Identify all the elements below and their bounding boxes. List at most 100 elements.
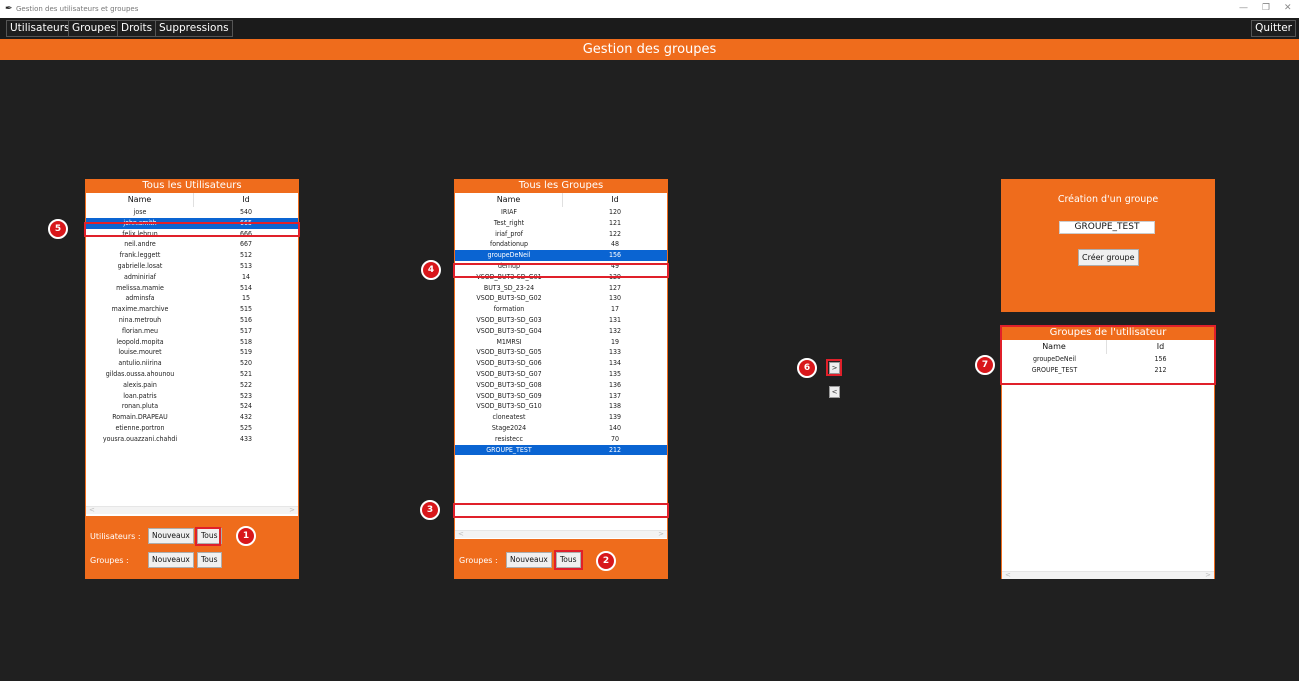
restore-icon[interactable]: ❐ xyxy=(1262,3,1270,14)
table-row[interactable]: gabrielle.losat 513 xyxy=(86,261,298,272)
highlight-user-groups xyxy=(1000,325,1216,385)
column-name[interactable]: Name xyxy=(455,193,563,207)
cell-name: louise.mouret xyxy=(118,348,162,357)
cell-name: neil.andre xyxy=(124,240,156,249)
cell-id: 19 xyxy=(610,337,619,346)
table-row[interactable]: yousra.ouazzani.chahdi 433 xyxy=(86,434,298,445)
table-row[interactable]: etienne.portron 525 xyxy=(86,423,298,434)
table-row[interactable]: groupeDeNeil 156 xyxy=(455,250,667,261)
table-row[interactable]: IRIAF 120 xyxy=(455,207,667,218)
cell-name: alexis.pain xyxy=(123,380,157,389)
table-row[interactable]: Test_right 121 xyxy=(455,218,667,229)
table-row[interactable]: gildas.oussa.ahounou 521 xyxy=(86,369,298,380)
table-row[interactable]: jose 540 xyxy=(86,207,298,218)
groupes-label: Groupes : xyxy=(90,556,129,565)
cell-id: 521 xyxy=(239,369,253,378)
cell-id: 140 xyxy=(608,423,622,432)
table-row[interactable]: Romain.DRAPEAU 432 xyxy=(86,412,298,423)
table-row[interactable]: M1MRSI 19 xyxy=(455,337,667,348)
users-nouveaux-button[interactable]: Nouveaux xyxy=(148,528,194,544)
cell-id: 512 xyxy=(239,251,253,260)
cell-name: maxime.marchive xyxy=(111,305,169,314)
users-list[interactable]: Name Id jose 540 john.smith 665 felix.lebrun… xyxy=(86,193,298,516)
groups-tous-button[interactable]: Tous xyxy=(197,552,222,568)
cell-name: florian.meu xyxy=(121,326,158,335)
table-row[interactable]: ronan.pluta 524 xyxy=(86,401,298,412)
table-row[interactable]: resistecc 70 xyxy=(455,434,667,445)
create-group-panel: Création d'un groupe GROUPE_TEST Créer g… xyxy=(1001,179,1215,312)
table-row[interactable]: loan.patris 523 xyxy=(86,391,298,402)
table-row[interactable]: BUT3_SD_23-24 127 xyxy=(455,283,667,294)
menu-utilisateurs[interactable]: Utilisateurs xyxy=(6,20,74,37)
table-row[interactable]: VSOD_BUT3-SD_G08 136 xyxy=(455,380,667,391)
create-group-button[interactable]: Créer groupe xyxy=(1078,249,1139,266)
groupes-label: Groupes : xyxy=(459,556,498,565)
window-title: Gestion des utilisateurs et groupes xyxy=(16,5,139,13)
menu-groupes[interactable]: Groupes xyxy=(68,20,120,37)
minimize-icon[interactable]: — xyxy=(1239,3,1248,14)
cell-name: VSOD_BUT3-SD_G05 xyxy=(476,348,542,357)
column-name[interactable]: Name xyxy=(86,193,194,207)
badge-3: 3 xyxy=(420,500,440,520)
table-row[interactable]: fondationup 48 xyxy=(455,239,667,250)
menu-droits[interactable]: Droits xyxy=(117,20,157,37)
table-row[interactable]: VSOD_BUT3-SD_G04 132 xyxy=(455,326,667,337)
table-row[interactable]: VSOD_BUT3-SD_G02 130 xyxy=(455,293,667,304)
cell-name: loan.patris xyxy=(123,391,157,400)
table-row[interactable]: VSOD_BUT3-SD_G05 133 xyxy=(455,347,667,358)
table-row[interactable]: maxime.marchive 515 xyxy=(86,304,298,315)
table-row[interactable]: Stage2024 140 xyxy=(455,423,667,434)
cell-name: leopold.mopita xyxy=(116,337,164,346)
table-row[interactable]: louise.mouret 519 xyxy=(86,347,298,358)
cell-id: 120 xyxy=(608,208,622,216)
table-row[interactable]: iriaf_prof 122 xyxy=(455,229,667,240)
users-list-scrollbar[interactable]: < > xyxy=(86,506,298,514)
table-row[interactable]: GROUPE_TEST 212 xyxy=(455,444,667,456)
groups-list[interactable]: Name Id IRIAF 120 Test_right 121 iriaf_prof 1… xyxy=(455,193,667,539)
menu-suppressions[interactable]: Suppressions xyxy=(155,20,233,37)
cell-id: 667 xyxy=(239,240,253,249)
cell-id: 156 xyxy=(608,251,622,260)
table-row[interactable]: alexis.pain 522 xyxy=(86,380,298,391)
cell-id: 138 xyxy=(608,402,622,411)
user-groups-scrollbar[interactable]: < > xyxy=(1002,571,1214,579)
badge-6: 6 xyxy=(797,358,817,378)
table-row[interactable]: nina.metrouh 516 xyxy=(86,315,298,326)
cell-id: 432 xyxy=(239,413,253,422)
close-icon[interactable]: ✕ xyxy=(1284,3,1292,14)
cell-id: 15 xyxy=(241,294,250,303)
table-row[interactable]: VSOD_BUT3-SD_G07 135 xyxy=(455,369,667,380)
table-row[interactable]: neil.andre 667 xyxy=(86,239,298,250)
cell-name: Test_right xyxy=(493,218,525,227)
table-row[interactable]: adminsfa 15 xyxy=(86,293,298,304)
table-row[interactable]: VSOD_BUT3-SD_G03 131 xyxy=(455,315,667,326)
column-id[interactable]: Id xyxy=(194,193,298,207)
groups-panel-nouveaux-button[interactable]: Nouveaux xyxy=(506,552,552,568)
groups-nouveaux-button[interactable]: Nouveaux xyxy=(148,552,194,568)
column-id[interactable]: Id xyxy=(563,193,667,207)
cell-id: 514 xyxy=(239,283,253,292)
create-group-title: Création d'un groupe xyxy=(1057,194,1159,205)
cell-id: 133 xyxy=(608,348,622,357)
table-row[interactable]: VSOD_BUT3-SD_G09 137 xyxy=(455,391,667,402)
table-row[interactable]: leopold.mopita 518 xyxy=(86,337,298,348)
remove-from-user-button[interactable]: < xyxy=(829,386,840,398)
table-row[interactable]: formation 17 xyxy=(455,304,667,315)
table-row[interactable]: florian.meu 517 xyxy=(86,326,298,337)
table-row[interactable]: antulio.niirina 520 xyxy=(86,358,298,369)
group-name-input[interactable]: GROUPE_TEST xyxy=(1059,221,1155,234)
highlight-group-groupe-test xyxy=(453,503,669,518)
table-row[interactable]: adminiriaf 14 xyxy=(86,272,298,283)
quit-button[interactable]: Quitter xyxy=(1251,20,1296,37)
groups-list-scrollbar[interactable]: < > xyxy=(455,530,667,538)
table-row[interactable]: melissa.mamie 514 xyxy=(86,283,298,294)
table-row[interactable]: cloneatest 139 xyxy=(455,412,667,423)
cell-name: VSOD_BUT3-SD_G09 xyxy=(476,391,542,400)
table-row[interactable]: VSOD_BUT3-SD_G10 138 xyxy=(455,401,667,412)
table-row[interactable]: VSOD_BUT3-SD_G06 134 xyxy=(455,358,667,369)
badge-5: 5 xyxy=(48,219,68,239)
highlight-users-tous xyxy=(195,527,221,546)
cell-id: 523 xyxy=(239,391,253,400)
groups-list-header: Name Id xyxy=(455,193,667,207)
table-row[interactable]: frank.leggett 512 xyxy=(86,250,298,261)
